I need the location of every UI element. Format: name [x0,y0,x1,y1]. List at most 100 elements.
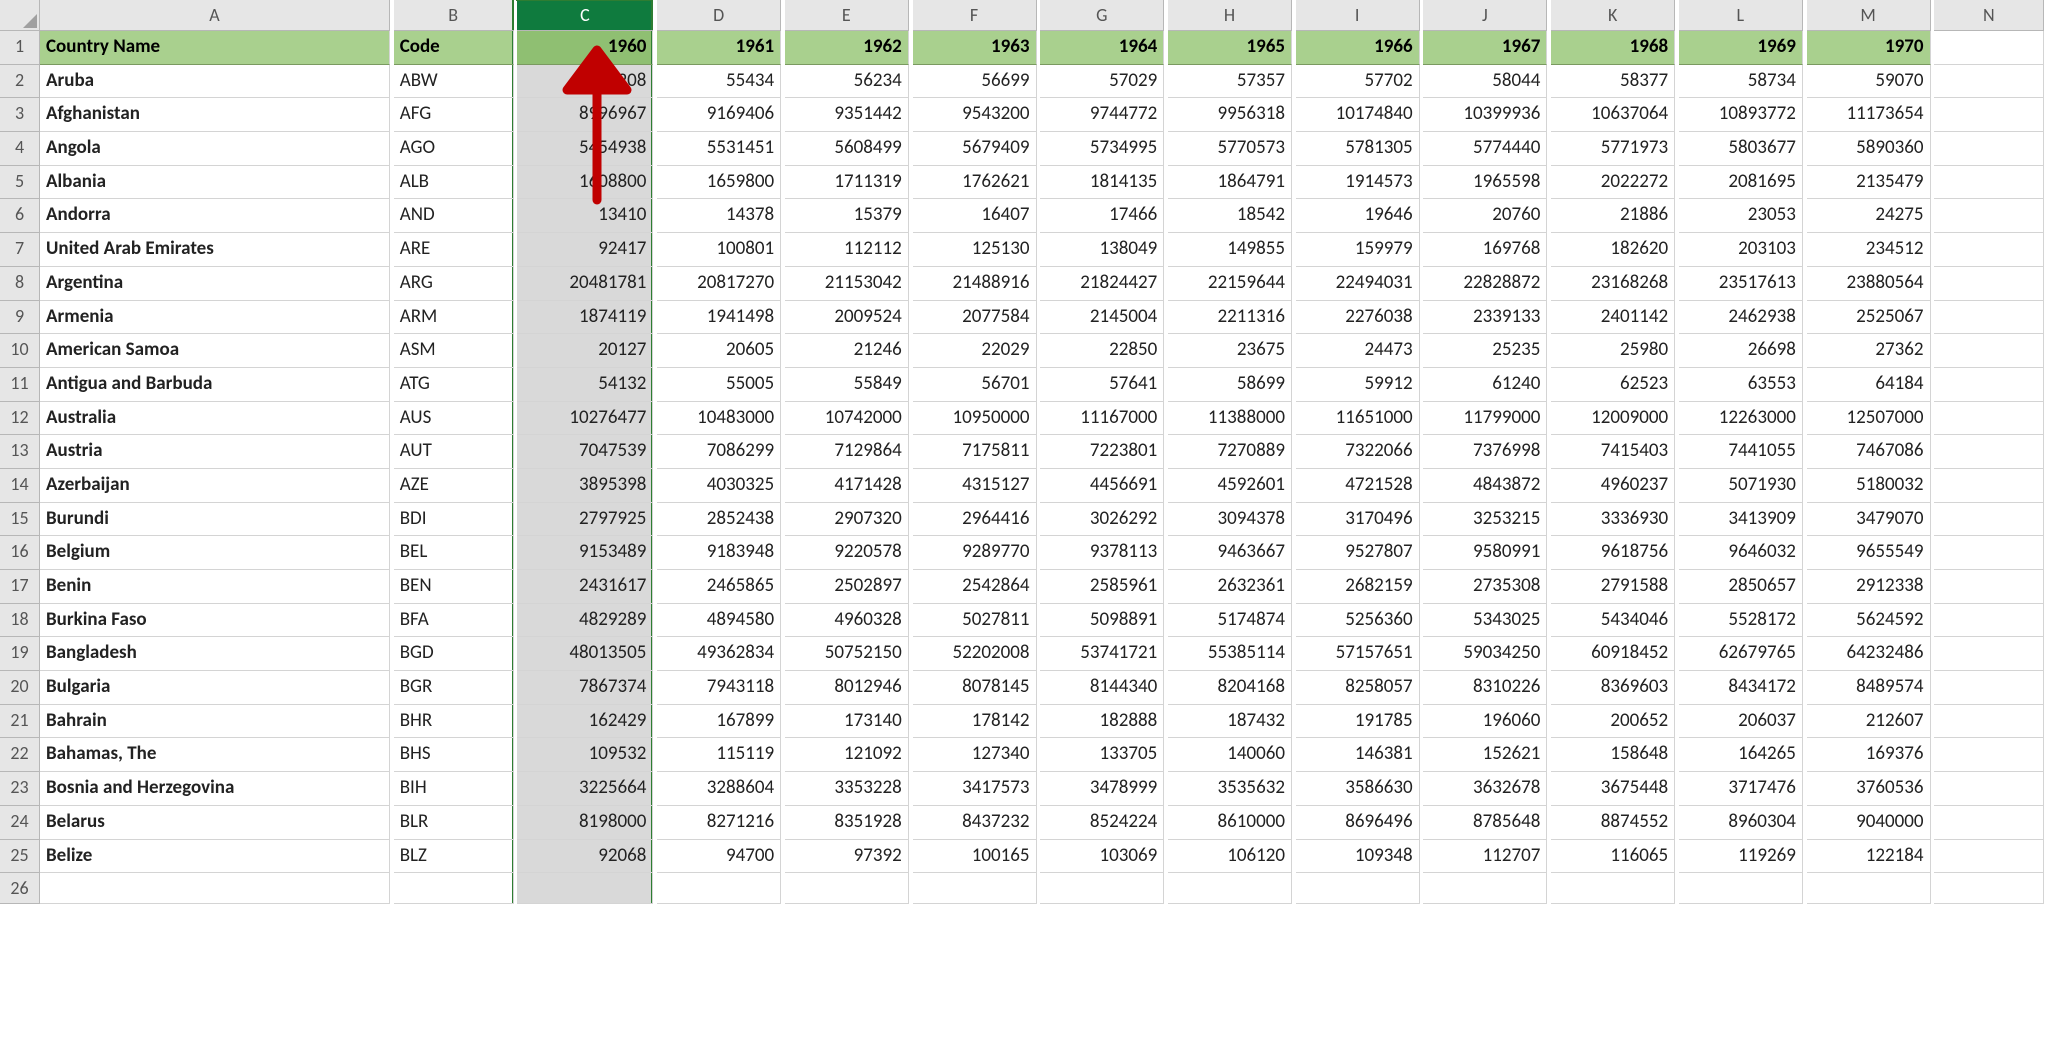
cell-A9[interactable]: Armenia [40,301,390,335]
cell-I26[interactable] [1296,873,1420,904]
cell-B25[interactable]: BLZ [394,840,514,874]
cell-B23[interactable]: BIH [394,772,514,806]
cell-E14[interactable]: 4171428 [785,469,909,503]
cell-C17[interactable]: 2431617 [517,570,653,604]
row-header-2[interactable]: 2 [0,65,40,99]
cell-A20[interactable]: Bulgaria [40,671,390,705]
cell-M24[interactable]: 9040000 [1807,806,1931,840]
row-header-18[interactable]: 18 [0,604,40,638]
cell-N4[interactable] [1934,132,2044,166]
col-header-C[interactable]: C [517,0,653,31]
cell-L25[interactable]: 119269 [1679,840,1803,874]
cell-J12[interactable]: 11799000 [1423,402,1547,436]
cell-A25[interactable]: Belize [40,840,390,874]
cell-G23[interactable]: 3478999 [1040,772,1164,806]
cell-L17[interactable]: 2850657 [1679,570,1803,604]
cell-D21[interactable]: 167899 [657,705,781,739]
cell-D10[interactable]: 20605 [657,334,781,368]
cell-A6[interactable]: Andorra [40,199,390,233]
cell-I4[interactable]: 5781305 [1296,132,1420,166]
cell-H15[interactable]: 3094378 [1168,503,1292,537]
cell-I8[interactable]: 22494031 [1296,267,1420,301]
cell-B22[interactable]: BHS [394,738,514,772]
cell-M22[interactable]: 169376 [1807,738,1931,772]
cell-C25[interactable]: 92068 [517,840,653,874]
cell-F1[interactable]: 1963 [913,31,1037,65]
cell-L3[interactable]: 10893772 [1679,98,1803,132]
cell-N26[interactable] [1934,873,2044,904]
cell-N6[interactable] [1934,199,2044,233]
cell-H26[interactable] [1168,873,1292,904]
cell-L2[interactable]: 58734 [1679,65,1803,99]
cell-B3[interactable]: AFG [394,98,514,132]
cell-M3[interactable]: 11173654 [1807,98,1931,132]
cell-E15[interactable]: 2907320 [785,503,909,537]
cell-D14[interactable]: 4030325 [657,469,781,503]
cell-G21[interactable]: 182888 [1040,705,1164,739]
cell-L4[interactable]: 5803677 [1679,132,1803,166]
cell-I23[interactable]: 3586630 [1296,772,1420,806]
cell-C19[interactable]: 48013505 [517,637,653,671]
cell-M2[interactable]: 59070 [1807,65,1931,99]
row-header-10[interactable]: 10 [0,334,40,368]
row-header-26[interactable]: 26 [0,873,40,904]
cell-K4[interactable]: 5771973 [1551,132,1675,166]
cell-A23[interactable]: Bosnia and Herzegovina [40,772,390,806]
cell-E23[interactable]: 3353228 [785,772,909,806]
cell-M10[interactable]: 27362 [1807,334,1931,368]
cell-H6[interactable]: 18542 [1168,199,1292,233]
cell-L11[interactable]: 63553 [1679,368,1803,402]
cell-N25[interactable] [1934,840,2044,874]
cell-G22[interactable]: 133705 [1040,738,1164,772]
cell-I22[interactable]: 146381 [1296,738,1420,772]
row-header-22[interactable]: 22 [0,738,40,772]
cell-H10[interactable]: 23675 [1168,334,1292,368]
cell-D22[interactable]: 115119 [657,738,781,772]
cell-J26[interactable] [1423,873,1547,904]
cell-C4[interactable]: 5454938 [517,132,653,166]
select-all-corner[interactable] [0,0,40,31]
row-header-16[interactable]: 16 [0,536,40,570]
cell-D12[interactable]: 10483000 [657,402,781,436]
row-header-25[interactable]: 25 [0,840,40,874]
cell-N5[interactable] [1934,166,2044,200]
cell-L26[interactable] [1679,873,1803,904]
cell-B2[interactable]: ABW [394,65,514,99]
cell-I5[interactable]: 1914573 [1296,166,1420,200]
cell-N14[interactable] [1934,469,2044,503]
cell-B13[interactable]: AUT [394,435,514,469]
cell-H24[interactable]: 8610000 [1168,806,1292,840]
cell-A10[interactable]: American Samoa [40,334,390,368]
cell-H11[interactable]: 58699 [1168,368,1292,402]
cell-E25[interactable]: 97392 [785,840,909,874]
cell-E1[interactable]: 1962 [785,31,909,65]
cell-K23[interactable]: 3675448 [1551,772,1675,806]
cell-G10[interactable]: 22850 [1040,334,1164,368]
cell-F12[interactable]: 10950000 [913,402,1037,436]
cell-N24[interactable] [1934,806,2044,840]
cell-C8[interactable]: 20481781 [517,267,653,301]
row-header-6[interactable]: 6 [0,199,40,233]
cell-F5[interactable]: 1762621 [913,166,1037,200]
cell-J25[interactable]: 112707 [1423,840,1547,874]
cell-D4[interactable]: 5531451 [657,132,781,166]
cell-E3[interactable]: 9351442 [785,98,909,132]
cell-G7[interactable]: 138049 [1040,233,1164,267]
cell-M11[interactable]: 64184 [1807,368,1931,402]
cell-L13[interactable]: 7441055 [1679,435,1803,469]
cell-L5[interactable]: 2081695 [1679,166,1803,200]
row-header-5[interactable]: 5 [0,166,40,200]
cell-G24[interactable]: 8524224 [1040,806,1164,840]
cell-D11[interactable]: 55005 [657,368,781,402]
col-header-J[interactable]: J [1423,0,1547,31]
cell-I20[interactable]: 8258057 [1296,671,1420,705]
cell-M25[interactable]: 122184 [1807,840,1931,874]
cell-N20[interactable] [1934,671,2044,705]
cell-D20[interactable]: 7943118 [657,671,781,705]
cell-F20[interactable]: 8078145 [913,671,1037,705]
cell-M15[interactable]: 3479070 [1807,503,1931,537]
cell-I13[interactable]: 7322066 [1296,435,1420,469]
cell-D8[interactable]: 20817270 [657,267,781,301]
cell-C10[interactable]: 20127 [517,334,653,368]
cell-G25[interactable]: 103069 [1040,840,1164,874]
